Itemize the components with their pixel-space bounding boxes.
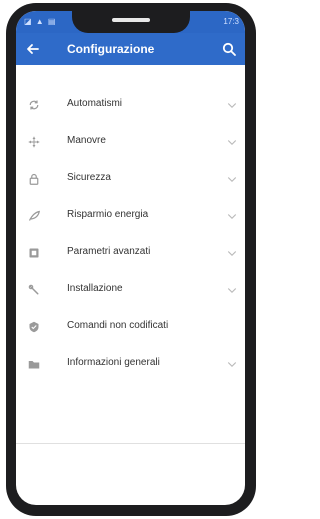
lock-icon [29, 173, 39, 185]
menu-item-comandi-non-codificati[interactable]: Comandi non codificati [16, 309, 245, 346]
leaf-icon [28, 210, 40, 221]
speaker [111, 18, 150, 22]
menu-item-label: Informazioni generali [67, 357, 160, 368]
arrows-icon [28, 136, 40, 148]
shield-icon [29, 321, 39, 333]
chevron-down-icon[interactable] [226, 210, 238, 222]
divider [16, 443, 245, 444]
menu-item-manovre[interactable]: Manovre [16, 124, 245, 161]
chevron-down-icon[interactable] [226, 173, 238, 185]
menu-item-label: Installazione [67, 283, 123, 294]
chevron-down-icon[interactable] [226, 247, 238, 259]
screen: ◪ ▲ ▤ 17:3 Configurazione Automatismi Ma… [16, 11, 245, 505]
menu-list: Automatismi Manovre Sicurezza Risparmio … [16, 87, 245, 383]
notch [71, 11, 190, 33]
menu-item-installazione[interactable]: Installazione [16, 272, 245, 309]
folder-icon [28, 361, 40, 369]
wrench-icon [28, 284, 39, 295]
status-time: 17:3 [223, 17, 239, 26]
chevron-down-icon[interactable] [226, 99, 238, 111]
menu-item-label: Sicurezza [67, 172, 111, 183]
search-icon[interactable] [221, 41, 237, 57]
advanced-icon [29, 248, 39, 258]
menu-item-informazioni-generali[interactable]: Informazioni generali [16, 346, 245, 383]
menu-item-label: Comandi non codificati [67, 320, 169, 331]
menu-item-label: Automatismi [67, 98, 123, 109]
chevron-down-icon[interactable] [226, 358, 238, 370]
chevron-down-icon[interactable] [226, 284, 238, 296]
chevron-down-icon[interactable] [226, 136, 238, 148]
menu-item-parametri-avanzati[interactable]: Parametri avanzati [16, 235, 245, 272]
menu-item-automatismi[interactable]: Automatismi [16, 87, 245, 124]
back-arrow-icon[interactable] [24, 41, 40, 57]
phone-frame: ◪ ▲ ▤ 17:3 Configurazione Automatismi Ma… [6, 3, 256, 516]
menu-item-sicurezza[interactable]: Sicurezza [16, 161, 245, 198]
menu-item-label: Manovre [67, 135, 106, 146]
menu-item-label: Parametri avanzati [67, 246, 151, 257]
status-bar: ◪ ▲ ▤ 17:3 [16, 11, 245, 33]
menu-item-label: Risparmio energia [67, 209, 149, 220]
app-bar: Configurazione [16, 33, 245, 65]
cycle-icon [29, 100, 39, 110]
menu-item-risparmio-energia[interactable]: Risparmio energia [16, 198, 245, 235]
status-icons: ◪ ▲ ▤ [24, 17, 57, 26]
page-title: Configurazione [67, 42, 155, 56]
